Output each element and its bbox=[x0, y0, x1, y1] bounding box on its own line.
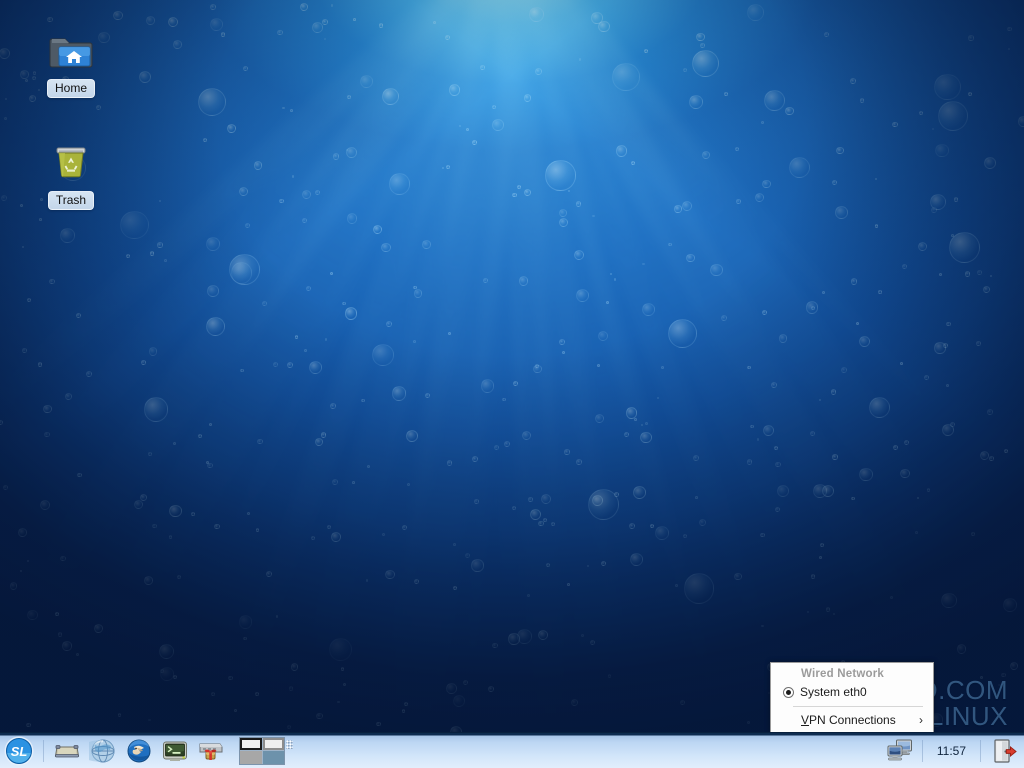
desktop[interactable]: DIO.COM LY LINUX Home Trash bbox=[0, 0, 1024, 768]
menu-item-vpn-connections[interactable]: VPN Connections › bbox=[771, 711, 933, 730]
radio-selected-icon bbox=[783, 686, 794, 698]
panel-grip-handle[interactable] bbox=[286, 739, 293, 749]
menu-separator bbox=[793, 706, 923, 707]
home-folder-icon bbox=[47, 26, 95, 74]
menu-header-wired-network: Wired Network bbox=[801, 668, 885, 680]
panel-separator bbox=[921, 739, 923, 762]
menu-item-system-eth0[interactable]: System eth0 bbox=[771, 683, 933, 702]
launcher-file-manager[interactable] bbox=[51, 735, 83, 767]
globe-browser-icon bbox=[89, 739, 115, 762]
desktop-icon-label: Trash bbox=[47, 191, 95, 210]
thunderbird-icon bbox=[127, 739, 151, 762]
taskbar-panel[interactable]: SL 11:57 bbox=[0, 732, 1024, 768]
desktop-icon-label: Home bbox=[46, 79, 95, 98]
start-button[interactable]: SL bbox=[2, 734, 36, 768]
tray-network-manager[interactable] bbox=[885, 735, 915, 767]
network-manager-menu[interactable]: Wired Network System eth0 VPN Connection… bbox=[770, 662, 934, 733]
chevron-right-icon: › bbox=[919, 713, 923, 727]
file-manager-icon bbox=[54, 744, 80, 757]
launcher-web-browser[interactable] bbox=[87, 735, 119, 767]
workspace-4[interactable] bbox=[262, 751, 284, 764]
workspace-2[interactable] bbox=[262, 737, 284, 750]
launcher-email-client[interactable] bbox=[123, 735, 155, 767]
svg-text:SL: SL bbox=[11, 744, 28, 759]
menu-item-label: System eth0 bbox=[800, 685, 867, 699]
workspace-1[interactable] bbox=[240, 737, 262, 750]
launcher-terminal[interactable] bbox=[159, 735, 191, 767]
workspace-switcher[interactable] bbox=[239, 736, 293, 765]
clock[interactable]: 11:57 bbox=[928, 744, 975, 758]
logout-door-icon bbox=[994, 738, 1017, 763]
workspace-3[interactable] bbox=[240, 751, 262, 764]
package-installer-icon bbox=[199, 743, 223, 760]
desktop-icon-home[interactable]: Home bbox=[26, 26, 116, 98]
desktop-icon-trash[interactable]: Trash bbox=[26, 138, 116, 210]
wired-network-icon bbox=[887, 739, 912, 760]
menu-item-label: VPN Connections bbox=[801, 713, 896, 727]
wallpaper-vignette bbox=[0, 0, 1024, 768]
terminal-icon bbox=[163, 741, 187, 761]
launcher-package-manager[interactable] bbox=[195, 735, 227, 767]
panel-separator bbox=[43, 739, 44, 762]
trash-bin-icon bbox=[47, 138, 95, 186]
logout-button[interactable] bbox=[988, 735, 1020, 767]
panel-separator bbox=[980, 739, 981, 762]
